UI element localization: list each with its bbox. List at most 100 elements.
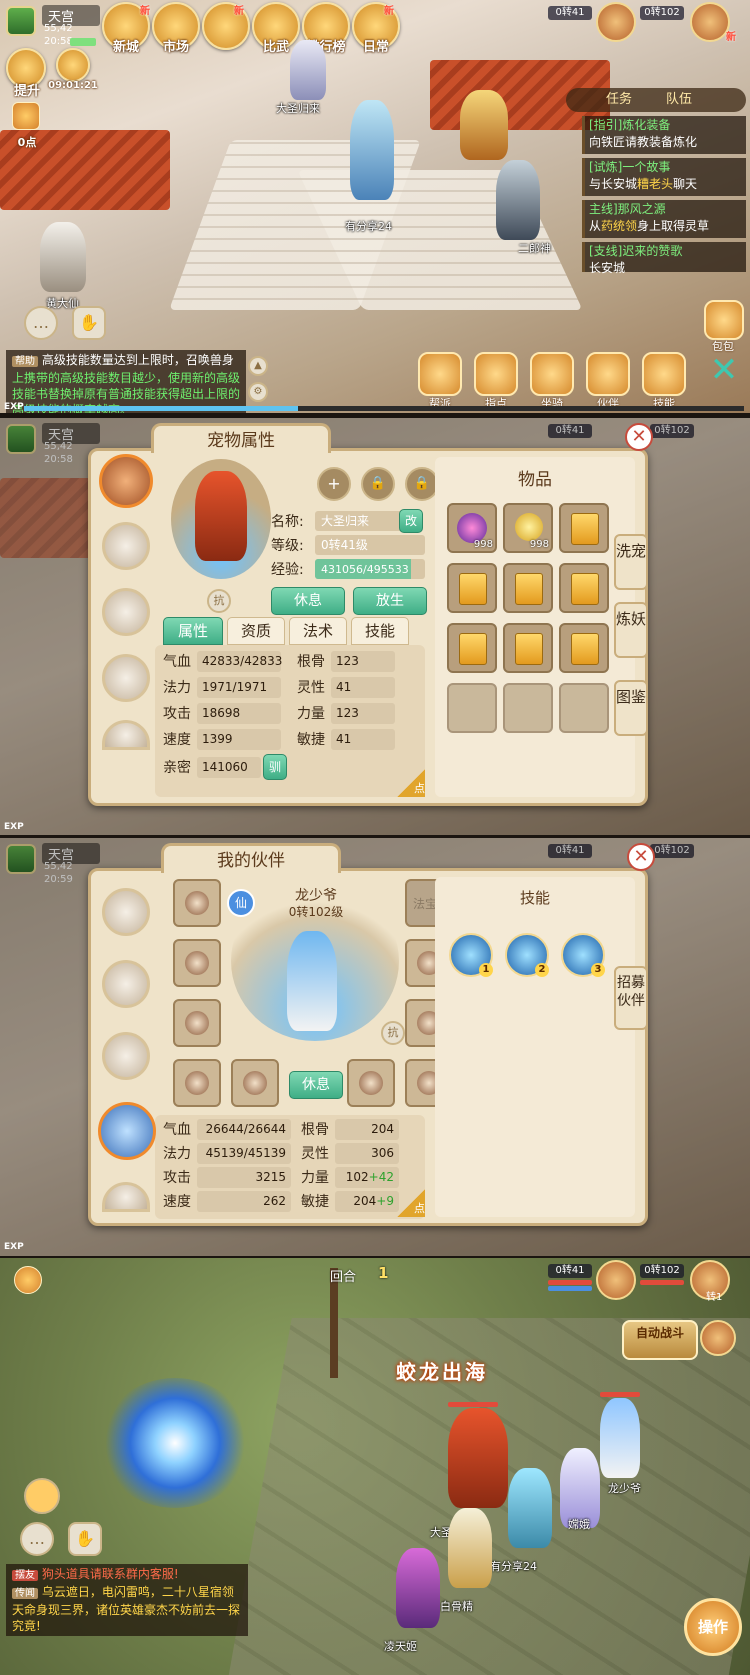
tab-team[interactable]: 队伍 xyxy=(666,88,692,112)
partner-skill-icon[interactable]: 3 xyxy=(561,933,605,977)
action-button[interactable]: 操作 xyxy=(684,1598,742,1656)
item-slot[interactable]: 998 xyxy=(503,503,553,553)
partner-thumb[interactable] xyxy=(102,960,150,1008)
task-item[interactable]: 主线]那风之源 从药统领身上取得灵草 xyxy=(582,200,746,238)
item-slot[interactable] xyxy=(559,623,609,673)
pet-battle-portrait[interactable] xyxy=(700,1320,736,1356)
npc-character[interactable] xyxy=(290,40,326,100)
partner-thumb-selected[interactable] xyxy=(98,1102,156,1160)
backpack-icon[interactable] xyxy=(704,300,744,340)
partner-skill-icon[interactable]: 2 xyxy=(505,933,549,977)
item-slot[interactable] xyxy=(447,623,497,673)
pet-thumb[interactable] xyxy=(102,522,150,570)
npc-character[interactable] xyxy=(40,222,86,292)
chat-bubble-button[interactable]: … xyxy=(20,1522,54,1556)
close-icon[interactable]: ✕ xyxy=(627,843,655,871)
item-slot[interactable] xyxy=(447,563,497,613)
voice-button[interactable]: ✋ xyxy=(72,306,106,340)
recruit-partner-tab[interactable]: 招募伙伴 xyxy=(614,966,648,1030)
points-icon[interactable] xyxy=(12,102,40,130)
weapon-slot[interactable] xyxy=(173,879,221,927)
npc-character[interactable] xyxy=(460,90,508,160)
partner-icon[interactable] xyxy=(586,352,630,396)
item-slot[interactable] xyxy=(503,623,553,673)
close-menu-icon[interactable]: ✕ xyxy=(706,352,742,388)
timer-icon[interactable] xyxy=(56,48,90,82)
battle-panel: 回合 1 0转41 0转102 转1 自动战斗 蛟龙出海 龙少爷 大圣 有分享2… xyxy=(0,1258,750,1675)
pet-thumb-selected[interactable] xyxy=(99,454,153,508)
battle-chat-box[interactable]: 摆友 狗头道具请联系群内客服! 传闻 乌云遮日，电闪雷鸣，二十八星宿领 天命身现… xyxy=(6,1564,248,1636)
tab-tasks[interactable]: 任务 xyxy=(606,88,632,112)
mount-icon[interactable] xyxy=(530,352,574,396)
rest-button[interactable]: 休息 xyxy=(289,1071,343,1099)
refine-tab[interactable]: 炼妖 xyxy=(614,602,648,658)
ally-unit[interactable] xyxy=(600,1398,640,1478)
player2-level: 0转102 xyxy=(640,6,684,20)
item-slot[interactable]: 998 xyxy=(447,503,497,553)
armor-slot[interactable] xyxy=(173,999,221,1047)
item-slot[interactable] xyxy=(559,503,609,553)
auto-battle-button[interactable]: 自动战斗 xyxy=(622,1320,698,1360)
tab-spells[interactable]: 法术 xyxy=(289,617,347,645)
belt-icon xyxy=(359,1071,383,1095)
rename-button[interactable]: 改 xyxy=(399,509,423,533)
voice-button[interactable]: ✋ xyxy=(68,1522,102,1556)
guide-icon[interactable] xyxy=(474,352,518,396)
stat-base: 204 xyxy=(371,1122,394,1136)
player1-portrait[interactable] xyxy=(596,2,636,42)
release-button[interactable]: 放生 xyxy=(353,587,427,615)
player1-portrait[interactable] xyxy=(596,1260,636,1300)
timer-label: 09:01:21 xyxy=(48,80,98,91)
tab-aptitude[interactable]: 资质 xyxy=(227,617,285,645)
task-item[interactable]: [支线]迟来的赞歌 长安城 xyxy=(582,242,746,275)
tab-attributes[interactable]: 属性 xyxy=(163,617,223,645)
allocate-points-button[interactable]: 点 xyxy=(397,1189,425,1217)
ally-unit[interactable] xyxy=(448,1408,508,1508)
emote-icon[interactable] xyxy=(24,1478,60,1514)
turn-label: 转1 xyxy=(706,1292,723,1303)
pet-thumb[interactable] xyxy=(102,588,150,636)
lock-icon[interactable]: 🔒 xyxy=(405,467,439,501)
chat-box[interactable]: 帮助 高级技能数量达到上限时，召唤兽身 上携带的高级技能数目越少，使用新的高级 … xyxy=(6,350,246,413)
task-item[interactable]: [指引]炼化装备 向铁匠请教装备炼化 xyxy=(582,116,746,154)
item-slot-empty[interactable] xyxy=(447,683,497,733)
ally-unit[interactable] xyxy=(448,1508,492,1588)
resist-badge[interactable]: 抗 xyxy=(207,589,231,613)
add-icon[interactable]: + xyxy=(317,467,351,501)
item-slot-empty[interactable] xyxy=(503,683,553,733)
necklace-slot[interactable] xyxy=(173,939,221,987)
chat-collapse-icon[interactable]: ▲ xyxy=(248,356,268,376)
ally-unit[interactable] xyxy=(508,1468,552,1548)
partner-thumb[interactable] xyxy=(102,1032,150,1080)
item-slot-empty[interactable] xyxy=(559,683,609,733)
item-slot[interactable] xyxy=(503,563,553,613)
guild-icon[interactable] xyxy=(418,352,462,396)
task-item[interactable]: [试炼]一个故事 与长安城糟老头聊天 xyxy=(582,158,746,196)
close-icon[interactable]: ✕ xyxy=(625,423,653,451)
pet-thumb[interactable] xyxy=(102,654,150,702)
partner-thumb[interactable] xyxy=(102,888,150,936)
chat-bubble-button[interactable]: … xyxy=(24,306,58,340)
player-avatar[interactable] xyxy=(6,6,36,36)
tame-button[interactable]: 驯 xyxy=(263,754,287,780)
battle-menu-icon[interactable] xyxy=(14,1266,42,1294)
chat-settings-icon[interactable]: ⚙ xyxy=(248,382,268,402)
skill-icon[interactable] xyxy=(642,352,686,396)
wash-pet-tab[interactable]: 洗宠 xyxy=(614,534,648,590)
allocate-points-button[interactable]: 点 xyxy=(397,769,425,797)
lock-icon[interactable]: 🔒 xyxy=(361,467,395,501)
tab-skills[interactable]: 技能 xyxy=(351,617,409,645)
player2-portrait[interactable] xyxy=(690,2,730,42)
player-character[interactable] xyxy=(350,100,394,200)
partner-skill-icon[interactable]: 1 xyxy=(449,933,493,977)
npc-character[interactable] xyxy=(496,160,540,240)
resist-badge[interactable]: 抗 xyxy=(381,1021,405,1045)
unit-name: 嫦娥 xyxy=(568,1518,590,1531)
boots-slot[interactable] xyxy=(231,1059,279,1107)
ally-unit[interactable] xyxy=(396,1548,440,1628)
rest-button[interactable]: 休息 xyxy=(271,587,345,615)
helmet-slot[interactable] xyxy=(173,1059,221,1107)
belt-slot[interactable] xyxy=(347,1059,395,1107)
item-slot[interactable] xyxy=(559,563,609,613)
codex-tab[interactable]: 图鉴 xyxy=(614,680,648,736)
